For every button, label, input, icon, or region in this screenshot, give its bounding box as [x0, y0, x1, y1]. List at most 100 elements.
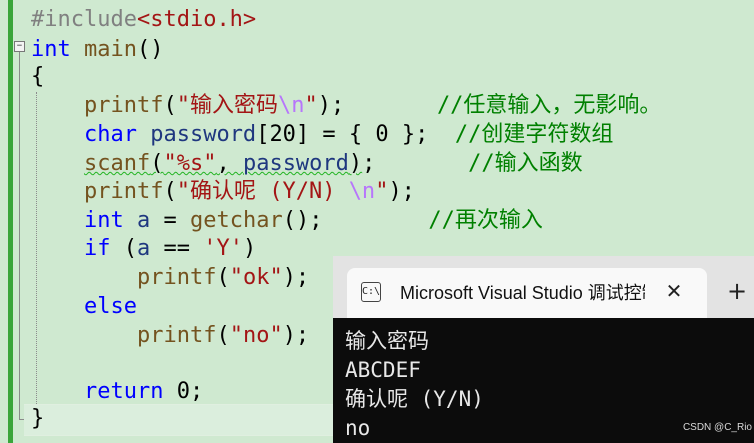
code-line[interactable]: int main() [31, 36, 163, 64]
close-icon[interactable]: ✕ [662, 279, 686, 303]
code-token: a [136, 236, 151, 261]
code-token: //再次输入 [428, 208, 543, 233]
code-token: ; [189, 379, 204, 404]
code-token: int [31, 37, 71, 62]
code-token: else [83, 294, 137, 319]
glyph-margin [0, 0, 8, 443]
code-token: ); [317, 93, 437, 118]
code-token: " [375, 179, 389, 204]
console-output-line: ABCDEF [345, 358, 421, 382]
code-token: int [83, 208, 124, 233]
code-token: //任意输入，无影响。 [436, 93, 662, 118]
code-token: ( [216, 323, 230, 348]
code-token: "ok" [229, 265, 283, 290]
code-line[interactable]: printf("输入密码\n"); //任意输入，无影响。 [31, 92, 661, 120]
code-token: ( [216, 265, 230, 290]
new-tab-icon[interactable]: + [724, 278, 750, 304]
code-token: }; [388, 122, 455, 147]
code-token: 0 [176, 379, 190, 404]
code-line[interactable]: if (a == 'Y') [31, 235, 256, 263]
code-token: getchar [189, 208, 283, 233]
code-line[interactable]: { [31, 63, 44, 91]
code-token: ) [348, 151, 363, 176]
code-token: printf [83, 93, 164, 118]
code-token: ) [242, 236, 257, 261]
code-token: " [304, 93, 318, 118]
code-token: , [216, 151, 243, 176]
code-token: 0 [375, 122, 389, 147]
code-token: = [150, 208, 190, 233]
code-line[interactable]: #include<stdio.h> [31, 6, 256, 34]
code-token: ( [163, 179, 177, 204]
console-output-line: 确认呢 (Y/N) [345, 387, 484, 411]
code-token: ); [282, 265, 310, 290]
code-token: 20 [269, 122, 296, 147]
code-token: if [83, 236, 111, 261]
code-token: //创建字符数组 [454, 122, 614, 147]
code-token: ( [110, 236, 137, 261]
code-token: } [31, 406, 45, 431]
code-token: \n [277, 93, 305, 118]
code-token: ( [150, 151, 164, 176]
code-token: main [84, 37, 137, 62]
code-token: ); [388, 179, 415, 204]
code-token: <stdio.h> [136, 7, 257, 32]
code-token: printf [136, 265, 217, 290]
code-token: return [83, 379, 164, 404]
code-token: "no" [229, 323, 283, 348]
code-token: () [136, 37, 164, 62]
code-token: ( [163, 93, 177, 118]
code-line[interactable]: char password[20] = { 0 }; //创建字符数组 [31, 121, 613, 149]
code-line[interactable]: } [31, 405, 44, 433]
code-line[interactable]: scanf("%s", password); //输入函数 [31, 150, 583, 178]
code-line[interactable]: printf("no"); [31, 322, 309, 350]
code-token: "%s" [163, 151, 217, 176]
code-token: printf [136, 323, 217, 348]
code-token: == [150, 236, 204, 261]
code-token: //输入函数 [468, 151, 583, 176]
code-token: (); [282, 208, 429, 233]
code-token: "确认呢 (Y/N) [176, 179, 349, 204]
code-token: #include [31, 7, 137, 32]
console-output-line: 输入密码 [345, 329, 429, 353]
code-token: char [83, 122, 137, 147]
code-token: password [150, 122, 257, 147]
code-token: ; [362, 151, 469, 176]
code-line[interactable]: return 0; [31, 378, 203, 406]
code-line[interactable]: else [31, 293, 137, 321]
change-tracking-margin [8, 0, 13, 443]
code-token: { [31, 64, 45, 89]
watermark: CSDN @C_Rio [682, 422, 752, 433]
terminal-icon: C:\ [361, 282, 381, 302]
code-token: a [136, 208, 151, 233]
code-token: 'Y' [203, 236, 243, 261]
code-line[interactable]: printf("ok"); [31, 264, 309, 292]
code-token: printf [83, 179, 164, 204]
code-token: \n [348, 179, 376, 204]
code-token: password [242, 151, 349, 176]
code-line[interactable]: int a = getchar(); //再次输入 [31, 207, 543, 235]
code-token: ); [282, 323, 310, 348]
console-tab-title: Microsoft Visual Studio 调试控制台 [400, 283, 645, 303]
code-line[interactable]: printf("确认呢 (Y/N) \n"); [31, 178, 415, 206]
code-token: [ [256, 122, 270, 147]
code-token: "输入密码 [176, 93, 278, 118]
code-token: scanf [83, 151, 151, 176]
collapse-toggle-icon[interactable]: − [14, 41, 25, 52]
code-token: ] = { [295, 122, 376, 147]
outline-line [19, 52, 20, 420]
